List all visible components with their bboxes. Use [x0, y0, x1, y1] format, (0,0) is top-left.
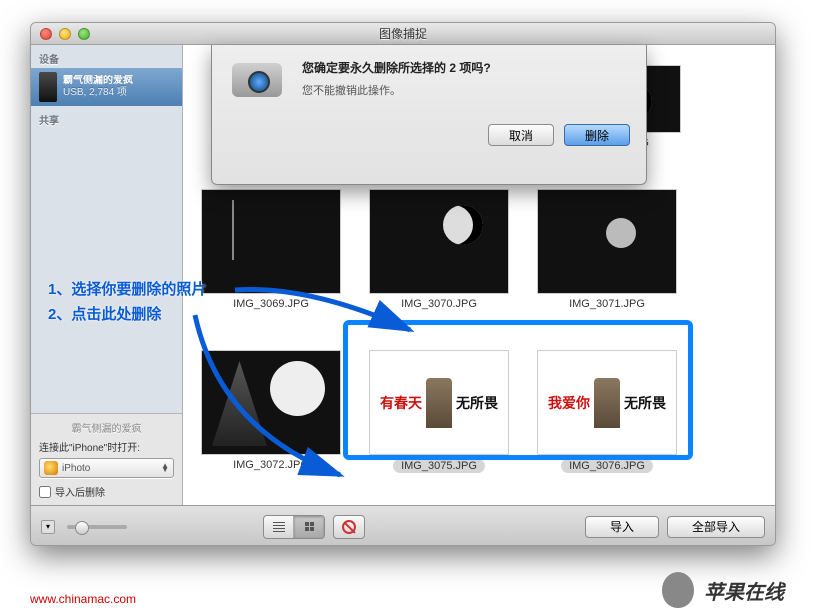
grid-view-button[interactable] [294, 516, 324, 538]
thumbnail-caption: IMG_3071.JPG [569, 298, 645, 310]
thumbnail-item-selected[interactable]: 我爱你 无所畏 IMG_3076.JPG [537, 350, 677, 473]
open-with-select[interactable]: iPhoto ▲▼ [39, 458, 174, 478]
prohibit-icon [342, 520, 356, 534]
watermark-text: 苹果在线 [704, 576, 784, 605]
apple-logo-icon [662, 572, 694, 608]
iphoto-icon [44, 461, 58, 475]
annotation-text: 1、选择你要删除的照片 2、点击此处删除 [48, 278, 206, 328]
zoom-slider[interactable] [67, 525, 127, 529]
confirm-delete-button[interactable]: 删除 [564, 124, 630, 146]
dialog-message: 您确定要永久删除所选择的 2 项吗? [302, 59, 630, 76]
thumbnail-item-selected[interactable]: 有春天 无所畏 IMG_3075.JPG [369, 350, 509, 473]
delete-after-import-checkbox[interactable]: 导入后删除 [39, 484, 174, 499]
device-name: 霸气侧漏的爱疯 [63, 75, 133, 87]
annotation-line-2: 2、点击此处删除 [48, 303, 206, 324]
thumbnail-caption: IMG_3076.JPG [561, 459, 653, 473]
cancel-button[interactable]: 取消 [488, 124, 554, 146]
thumbnail-item[interactable]: IMG_3071.JPG [537, 189, 677, 310]
sidebar: 设备 霸气侧漏的爱疯 USB, 2,784 项 共享 霸气侧漏的爱疯 连接此"i… [31, 45, 183, 505]
annotation-line-1: 1、选择你要删除的照片 [48, 278, 206, 299]
sidebar-section-shared: 共享 [31, 106, 182, 129]
bottom-toolbar: ▾ 导入 全部导入 [31, 505, 775, 546]
delete-segment [333, 515, 365, 539]
delete-button[interactable] [334, 516, 364, 538]
open-with-value: iPhoto [62, 463, 90, 474]
import-all-button[interactable]: 全部导入 [667, 516, 765, 538]
grid-icon [305, 522, 314, 531]
delete-after-checkbox-input[interactable] [39, 486, 51, 498]
sidebar-device-item[interactable]: 霸气侧漏的爱疯 USB, 2,784 项 [31, 68, 182, 106]
sidebar-section-devices: 设备 [31, 45, 182, 68]
dialog-subtext: 您不能撤销此操作。 [302, 82, 630, 98]
annotation-arrow-2 [190, 310, 370, 490]
list-view-button[interactable] [264, 516, 294, 538]
device-subtitle: USB, 2,784 项 [63, 87, 133, 99]
iphone-icon [39, 72, 57, 102]
delete-after-label: 导入后删除 [55, 484, 105, 499]
thumbnail-caption: IMG_3075.JPG [393, 459, 485, 473]
window-title: 图像捕捉 [31, 25, 775, 42]
sidebar-bottom-panel: 霸气侧漏的爱疯 连接此"iPhone"时打开: iPhoto ▲▼ 导入后删除 [31, 413, 182, 505]
confirm-delete-dialog: 您确定要永久删除所选择的 2 项吗? 您不能撤销此操作。 取消 删除 [211, 45, 647, 185]
watermark: 苹果在线 [662, 572, 784, 608]
sidebar-bottom-heading: 霸气侧漏的爱疯 [39, 420, 174, 435]
camera-icon [228, 59, 288, 109]
view-mode-segment [263, 515, 325, 539]
chevron-updown-icon: ▲▼ [161, 464, 169, 472]
list-icon [273, 522, 285, 532]
watermark-url: www.chinamac.com [30, 592, 136, 606]
import-button[interactable]: 导入 [585, 516, 659, 538]
open-with-label: 连接此"iPhone"时打开: [39, 439, 174, 454]
disclosure-button[interactable]: ▾ [41, 520, 55, 534]
titlebar: 图像捕捉 [31, 23, 775, 45]
